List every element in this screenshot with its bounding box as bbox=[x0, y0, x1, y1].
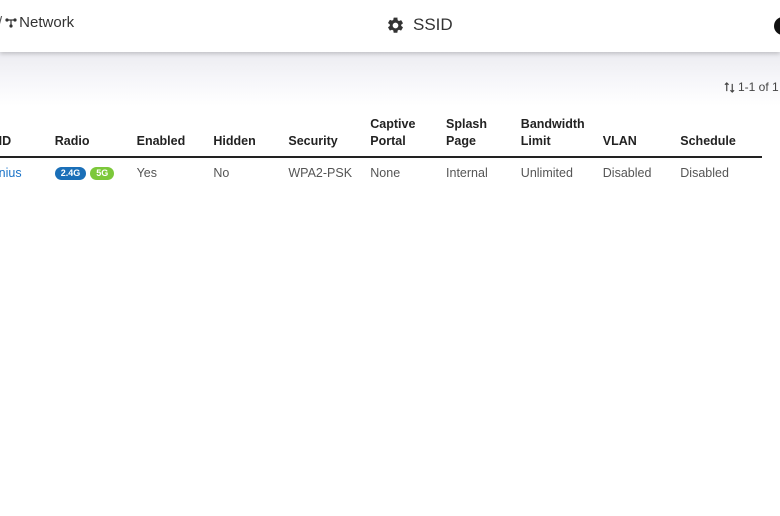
page-title-text: SSID bbox=[413, 15, 453, 34]
gear-icon bbox=[388, 17, 403, 33]
schedule-cell: Disabled bbox=[680, 166, 729, 180]
top-bar: / Network SSID bbox=[0, 0, 780, 52]
table-header-row: SSID Radio Enabled Hidden Security Capti… bbox=[0, 112, 762, 158]
radio-cell: 2.4G 5G bbox=[54, 157, 137, 190]
user-avatar[interactable] bbox=[774, 17, 780, 35]
column-header-security[interactable]: Security bbox=[288, 112, 371, 158]
ssid-name-link[interactable]: Genius bbox=[0, 157, 55, 190]
vlan-cell: Disabled bbox=[602, 166, 652, 180]
sort-icon[interactable] bbox=[724, 81, 735, 93]
radio-badge-5g: 5G bbox=[90, 167, 115, 181]
column-header-enabled[interactable]: Enabled bbox=[136, 112, 214, 158]
hidden-cell: No bbox=[213, 166, 230, 180]
column-header-splash-page[interactable]: Splash Page bbox=[446, 112, 521, 158]
column-header-captive-portal[interactable]: Captive Portal bbox=[370, 112, 447, 158]
column-header-schedule[interactable]: Schedule bbox=[680, 112, 762, 158]
security-cell: WPA2-PSK bbox=[288, 166, 353, 180]
table-row[interactable]: Genius 2.4G5G Yes No WPA2-PSK None Inter… bbox=[0, 157, 762, 190]
pagination-text: 1-1 of 1 bbox=[738, 80, 779, 94]
toolbar-background bbox=[0, 52, 780, 106]
page-title: SSID bbox=[386, 15, 453, 35]
column-header-radio[interactable]: Radio bbox=[54, 112, 137, 158]
bandwidth-limit-cell: Unlimited bbox=[520, 166, 573, 180]
column-header-ssid[interactable]: SSID bbox=[0, 112, 55, 158]
column-header-hidden[interactable]: Hidden bbox=[213, 112, 289, 158]
ssid-table: SSID Radio Enabled Hidden Security Capti… bbox=[0, 112, 762, 190]
breadcrumb-separator: / bbox=[0, 14, 2, 31]
enabled-cell: Yes bbox=[136, 166, 158, 180]
column-header-bandwidth-limit[interactable]: Bandwidth Limit bbox=[520, 112, 603, 158]
pagination: 1-1 of 1 bbox=[724, 80, 779, 94]
column-header-vlan[interactable]: VLAN bbox=[602, 112, 681, 158]
breadcrumb-network-link[interactable]: Network bbox=[19, 14, 74, 31]
network-icon bbox=[5, 17, 17, 28]
breadcrumb: / Network bbox=[0, 14, 74, 31]
captive-portal-cell: None bbox=[370, 166, 401, 180]
radio-badge-2-4g: 2.4G bbox=[54, 167, 87, 181]
splash-page-cell: Internal bbox=[446, 166, 488, 180]
